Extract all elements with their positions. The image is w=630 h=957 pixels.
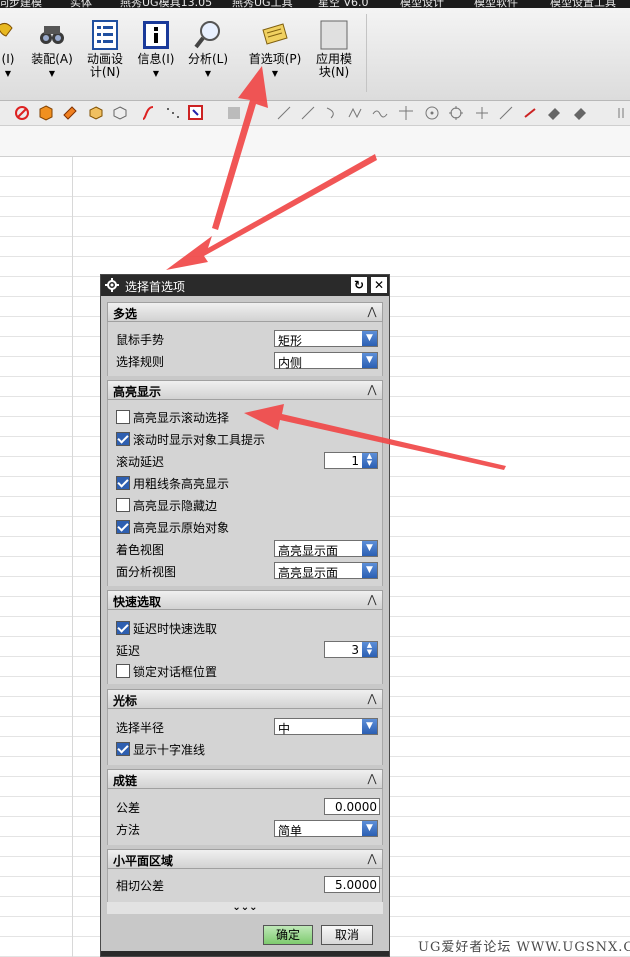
arrow-to-dialog bbox=[166, 154, 377, 270]
watermark: UG爱好者论坛 WWW.UGSNX.COM bbox=[418, 940, 630, 955]
arrow-to-preferences bbox=[212, 66, 268, 230]
arrow-to-scroll-select bbox=[244, 404, 506, 470]
annotation-arrows bbox=[166, 66, 506, 470]
